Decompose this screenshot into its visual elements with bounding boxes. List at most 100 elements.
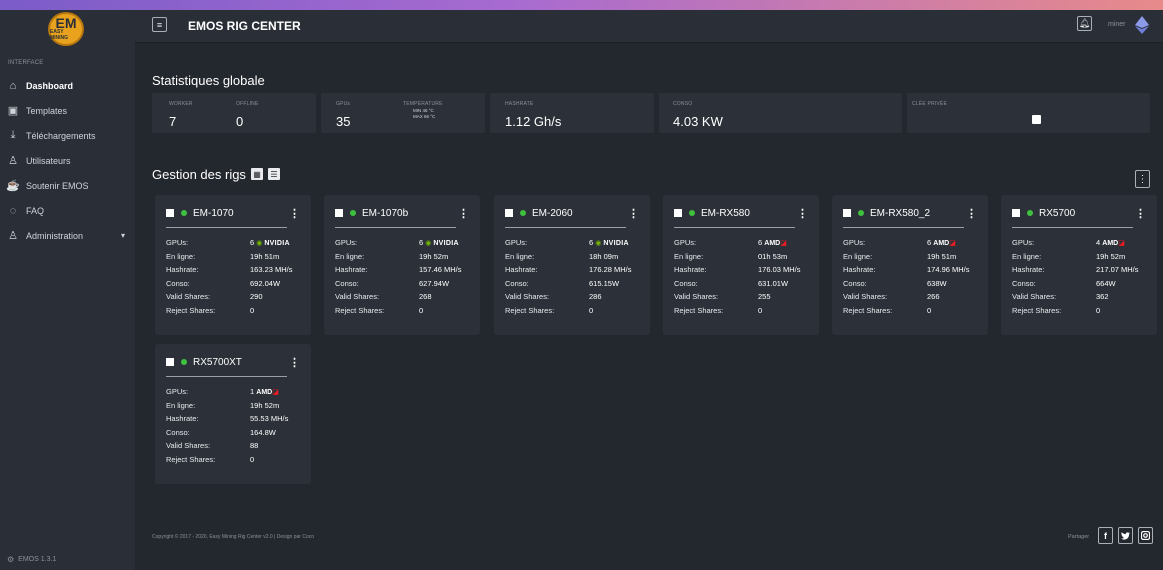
rig-stat-value: 638W	[927, 279, 947, 293]
rig-stat-label: Reject Shares:	[335, 305, 385, 315]
sidebar-item-users[interactable]: ♙ Utilisateurs	[0, 148, 135, 173]
user-name[interactable]: miner	[1108, 21, 1126, 28]
rig-hashrate: 163.23 MH/s	[250, 265, 293, 274]
rig-conso: 692.04W	[250, 278, 281, 288]
gpus-value: 35	[336, 114, 351, 129]
rig-stat-label: En ligne:	[843, 251, 873, 261]
rig-name[interactable]: EM-2060	[532, 208, 573, 219]
rig-reject-shares: 0	[758, 305, 763, 315]
rig-stat-label: Conso:	[674, 278, 698, 288]
notifications-button[interactable]: 🔔︎	[1077, 16, 1092, 31]
rig-stat-value: 19h 52m	[1096, 252, 1125, 266]
rig-stat-value: 627.94W	[419, 279, 449, 293]
sidebar-item-dashboard[interactable]: ⌂ Dashboard	[0, 73, 135, 98]
rig-reject-shares: 0	[419, 305, 424, 315]
conso-label: CONSO	[673, 101, 693, 107]
rig-divider	[843, 227, 964, 228]
app-title: EMOS RIG CENTER	[188, 19, 301, 33]
rig-stat-value: 176.28 MH/s	[589, 265, 632, 279]
rig-stat-label: Valid Shares:	[843, 292, 888, 301]
rig-online-time: 18h 09m	[589, 251, 619, 261]
rig-options-button[interactable]: ⋮	[289, 356, 300, 369]
more-vertical-icon: ⋮	[1137, 173, 1148, 185]
chevron-down-icon: ▾	[120, 231, 125, 240]
rig-select-checkbox[interactable]	[505, 209, 513, 217]
sidebar-item-label: FAQ	[26, 205, 45, 216]
rig-name[interactable]: EM-RX580_2	[870, 208, 930, 219]
rig-stat-value: 19h 51m	[927, 252, 956, 266]
footer-copyright: Copyright © 2017 - 2020, Easy Mining Rig…	[152, 534, 315, 540]
rig-select-checkbox[interactable]	[1012, 209, 1020, 217]
rig-options-button[interactable]: ⋮	[1135, 207, 1146, 220]
menu-toggle-button[interactable]: ≡	[152, 17, 167, 32]
instagram-share-button[interactable]	[1138, 527, 1153, 544]
gpu-count: 6	[758, 238, 763, 247]
list-view-button[interactable]: ☰	[268, 168, 280, 180]
rig-stat-label: Conso:	[1012, 278, 1036, 288]
rig-stat-value: 268	[419, 292, 432, 306]
rig-select-checkbox[interactable]	[166, 358, 174, 366]
sidebar-item-administration[interactable]: ♙ Administration ▾	[0, 223, 135, 248]
rig-stat-row: GPUs: 6 AMD◪	[674, 238, 808, 252]
rig-stat-row: Reject Shares: 0	[166, 306, 300, 320]
twitter-share-button[interactable]	[1118, 527, 1133, 544]
rig-select-checkbox[interactable]	[674, 209, 682, 217]
grid-icon: ▦	[253, 169, 261, 179]
rig-options-button[interactable]: ⋮	[966, 207, 977, 220]
rig-options-button[interactable]: ⋮	[797, 207, 808, 220]
rig-stat-value: 19h 52m	[419, 252, 448, 266]
rig-stat-label: Hashrate:	[843, 265, 876, 274]
sidebar-item-label: Templates	[26, 105, 68, 116]
rig-card: EM-RX580_2 ⋮ GPUs: 6 AMD◪ En ligne: 19h …	[832, 195, 988, 335]
rigs-options-button[interactable]: ⋮	[1135, 170, 1150, 188]
online-status-dot	[350, 210, 356, 216]
rig-conso: 164.8W	[250, 427, 276, 437]
rig-stat-label: Conso:	[505, 278, 529, 288]
rig-stat-value: 164.8W	[250, 428, 276, 442]
grid-view-button[interactable]: ▦	[251, 168, 263, 180]
gpu-brand: AMD	[933, 240, 950, 247]
top-header: ≡ EMOS RIG CENTER 🔔︎ miner	[135, 10, 1163, 43]
hamburger-icon: ≡	[156, 19, 163, 30]
worker-label: WORKER	[169, 101, 193, 107]
support-icon: ☕	[6, 180, 20, 192]
gpu-brand: NVIDIA	[264, 240, 290, 247]
rig-stat-row: GPUs: 6 ◉ NVIDIA	[166, 238, 300, 252]
app-logo[interactable]: EM EASY MINING	[48, 12, 84, 46]
rig-name[interactable]: EM-RX580	[701, 208, 750, 219]
rig-name[interactable]: EM-1070b	[362, 208, 408, 219]
rig-stat-label: Valid Shares:	[166, 441, 211, 450]
rig-header: EM-RX580 ⋮	[674, 206, 808, 220]
rig-name[interactable]: RX5700XT	[193, 357, 242, 368]
facebook-share-button[interactable]: f	[1098, 527, 1113, 544]
rig-stat-row: Conso: 615.15W	[505, 279, 639, 293]
rig-hashrate: 217.07 MH/s	[1096, 265, 1139, 274]
rig-stat-value: 01h 53m	[758, 252, 787, 266]
rig-select-checkbox[interactable]	[335, 209, 343, 217]
rig-options-button[interactable]: ⋮	[458, 207, 469, 220]
rig-stat-label: GPUs:	[505, 238, 528, 247]
ethereum-icon[interactable]	[1135, 16, 1149, 34]
rig-stat-row: Hashrate: 163.23 MH/s	[166, 265, 300, 279]
rig-options-button[interactable]: ⋮	[289, 207, 300, 220]
sidebar-item-downloads[interactable]: ⤓ Téléchargements	[0, 123, 135, 148]
rig-card: EM-RX580 ⋮ GPUs: 6 AMD◪ En ligne: 01h 53…	[663, 195, 819, 335]
sidebar-item-label: Téléchargements	[26, 130, 96, 141]
rig-name[interactable]: RX5700	[1039, 208, 1075, 219]
rig-options-button[interactable]: ⋮	[628, 207, 639, 220]
rig-stat-label: Valid Shares:	[505, 292, 550, 301]
rig-stat-label: Reject Shares:	[843, 305, 893, 315]
sidebar-section-label: INTERFACE	[8, 60, 44, 66]
sidebar-item-support[interactable]: ☕ Soutenir EMOS	[0, 173, 135, 198]
copy-key-icon[interactable]	[1032, 115, 1041, 124]
rig-select-checkbox[interactable]	[843, 209, 851, 217]
sidebar-item-templates[interactable]: ▣ Templates	[0, 98, 135, 123]
rig-select-checkbox[interactable]	[166, 209, 174, 217]
sidebar-item-faq[interactable]: ◌ FAQ	[0, 198, 135, 223]
rig-name[interactable]: EM-1070	[193, 208, 234, 219]
rig-stat-label: Conso:	[843, 278, 867, 288]
rig-stat-value: 664W	[1096, 279, 1116, 293]
rig-stat-label: Hashrate:	[166, 414, 199, 423]
rig-stat-value: 19h 52m	[250, 401, 279, 415]
rig-stat-row: Reject Shares: 0	[674, 306, 808, 320]
